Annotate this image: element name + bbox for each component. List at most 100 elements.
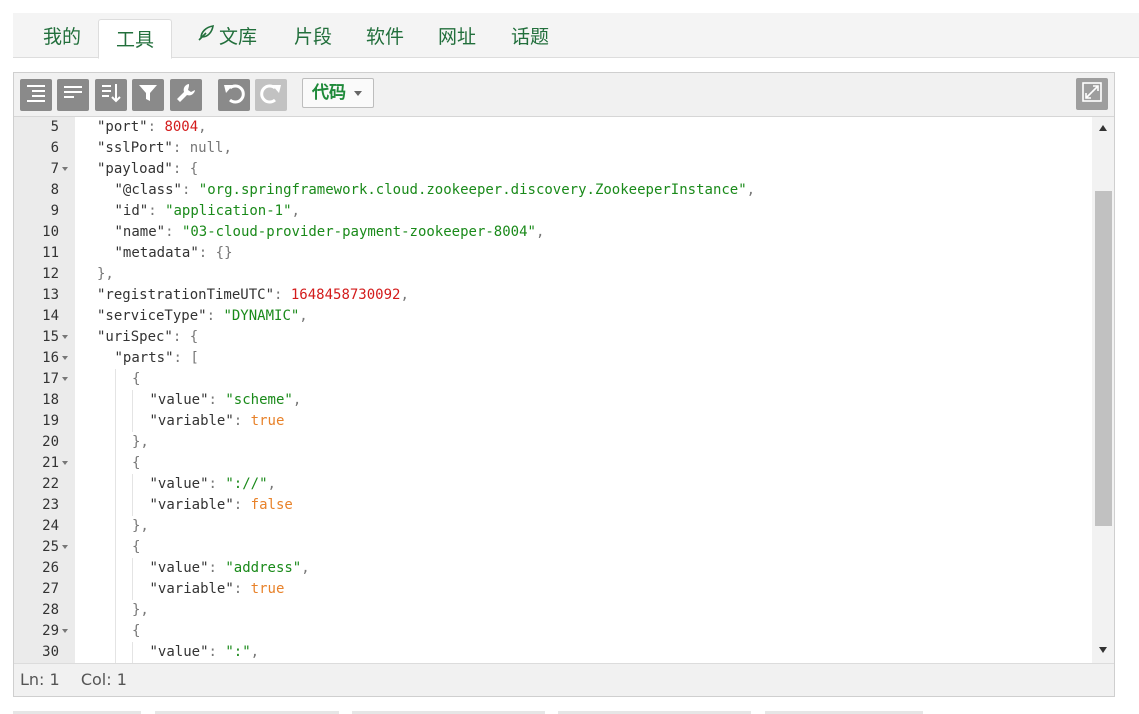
sort-button[interactable] xyxy=(95,79,127,111)
line-number: 10 xyxy=(42,224,59,240)
code-text: "variable": false xyxy=(150,495,293,516)
line-number: 18 xyxy=(42,392,59,408)
tab-label: 话题 xyxy=(510,26,549,48)
line-number: 6 xyxy=(50,140,59,156)
code-text: "value": "://", xyxy=(150,474,276,495)
tab-urls[interactable]: 网址 xyxy=(425,13,489,57)
mode-select[interactable]: 代码 xyxy=(302,78,374,108)
line-number: 5 xyxy=(50,119,59,135)
line-number: 13 xyxy=(42,287,59,303)
indent-guide xyxy=(132,474,133,495)
format-icon xyxy=(25,83,47,107)
filter-button[interactable] xyxy=(132,79,164,111)
fold-toggle-icon[interactable] xyxy=(62,377,68,381)
fold-toggle-icon[interactable] xyxy=(62,629,68,633)
code-token: "variable" xyxy=(149,581,234,597)
code-token: , xyxy=(223,140,232,156)
indent-guide xyxy=(114,516,116,537)
code-token: "name" xyxy=(114,224,166,240)
code-text: }, xyxy=(97,264,114,285)
code-token: : xyxy=(208,392,226,408)
code-token: true xyxy=(250,413,285,429)
code-line: 8 "@class": "org.springframework.cloud.zo… xyxy=(14,180,1092,201)
code-area[interactable]: 5 "port": 8004, 6 "sslPort": null, 7 "payload… xyxy=(14,117,1092,663)
code-line: 29 { xyxy=(14,621,1092,642)
line-number: 16 xyxy=(42,350,59,366)
code-token: : [ xyxy=(173,350,199,366)
code-token: "scheme" xyxy=(225,392,293,408)
tab-label: 软件 xyxy=(365,26,404,48)
repair-button[interactable] xyxy=(170,79,202,111)
code-text: "name": "03-cloud-provider-payment-zooke… xyxy=(115,222,545,243)
line-number: 17 xyxy=(42,371,59,387)
code-line: 24}, xyxy=(14,516,1092,537)
format-button[interactable] xyxy=(20,79,52,111)
code-token: : xyxy=(148,203,166,219)
code-token: : xyxy=(208,476,226,492)
vertical-scrollbar[interactable] xyxy=(1092,117,1114,663)
code-token: true xyxy=(250,581,285,597)
indent-guide xyxy=(114,642,116,663)
code-text: "id": "application-1", xyxy=(115,201,300,222)
line-number: 26 xyxy=(42,560,59,576)
indent-guide xyxy=(132,390,133,411)
code-token: null xyxy=(189,140,224,156)
line-number: 12 xyxy=(42,266,59,282)
indent-guide xyxy=(132,579,133,600)
code-text: "value": "scheme", xyxy=(150,390,302,411)
code-token: : { xyxy=(172,161,199,177)
undo-button[interactable] xyxy=(218,79,250,111)
fold-toggle-icon[interactable] xyxy=(62,356,68,360)
wrench-icon xyxy=(175,82,197,108)
tab-library[interactable]: 文库 xyxy=(187,13,267,57)
code-token: "registrationTimeUTC" xyxy=(97,287,275,303)
code-line: 6 "sslPort": null, xyxy=(14,138,1092,159)
code-token: "sslPort" xyxy=(97,140,173,156)
feather-icon xyxy=(197,12,215,60)
code-text: { xyxy=(132,453,140,474)
line-number: 9 xyxy=(50,203,59,219)
line-number: 7 xyxy=(50,161,59,177)
code-token: , xyxy=(250,644,260,660)
fold-toggle-icon[interactable] xyxy=(62,545,68,549)
scroll-thumb[interactable] xyxy=(1095,191,1112,526)
code-line: 28}, xyxy=(14,600,1092,621)
scroll-down-icon[interactable] xyxy=(1099,647,1107,653)
scroll-up-icon[interactable] xyxy=(1099,125,1107,131)
indent-guide xyxy=(114,558,116,579)
compact-button[interactable] xyxy=(57,79,89,111)
indent-guide xyxy=(114,411,116,432)
indent-guide xyxy=(114,390,116,411)
fullscreen-button[interactable] xyxy=(1076,78,1108,110)
code-text: { xyxy=(132,369,140,390)
code-token: : xyxy=(233,581,251,597)
redo-button[interactable] xyxy=(255,79,287,111)
chevron-down-icon xyxy=(354,91,362,96)
code-text: }, xyxy=(132,516,149,537)
cursor-line: Ln: 1 xyxy=(20,670,60,689)
code-token: , xyxy=(267,476,276,492)
tab-mine[interactable]: 我的 xyxy=(30,13,94,57)
code-text: "uriSpec": { xyxy=(97,327,198,348)
fold-toggle-icon[interactable] xyxy=(62,335,68,339)
tab-topics[interactable]: 话题 xyxy=(498,13,562,57)
tab-tools[interactable]: 工具 xyxy=(98,19,172,59)
tab-label: 片段 xyxy=(293,26,332,48)
fold-toggle-icon[interactable] xyxy=(62,461,68,465)
fold-toggle-icon[interactable] xyxy=(62,167,68,171)
code-line: 14 "serviceType": "DYNAMIC", xyxy=(14,306,1092,327)
sort-icon xyxy=(100,82,122,108)
tab-label: 文库 xyxy=(218,26,257,48)
code-token: "03-cloud-provider-payment-zookeeper-800… xyxy=(181,224,536,240)
line-number: 30 xyxy=(42,644,59,660)
tab-software[interactable]: 软件 xyxy=(353,13,417,57)
code-text: { xyxy=(132,537,140,558)
line-number: 28 xyxy=(42,602,59,618)
indent-guide xyxy=(114,369,116,390)
tab-snippets[interactable]: 片段 xyxy=(281,13,345,57)
code-text: "parts": [ xyxy=(115,348,199,369)
code-token: { xyxy=(132,623,141,639)
code-token: , xyxy=(400,287,409,303)
code-line: 13 "registrationTimeUTC": 1648458730092, xyxy=(14,285,1092,306)
code-line: 15 "uriSpec": { xyxy=(14,327,1092,348)
